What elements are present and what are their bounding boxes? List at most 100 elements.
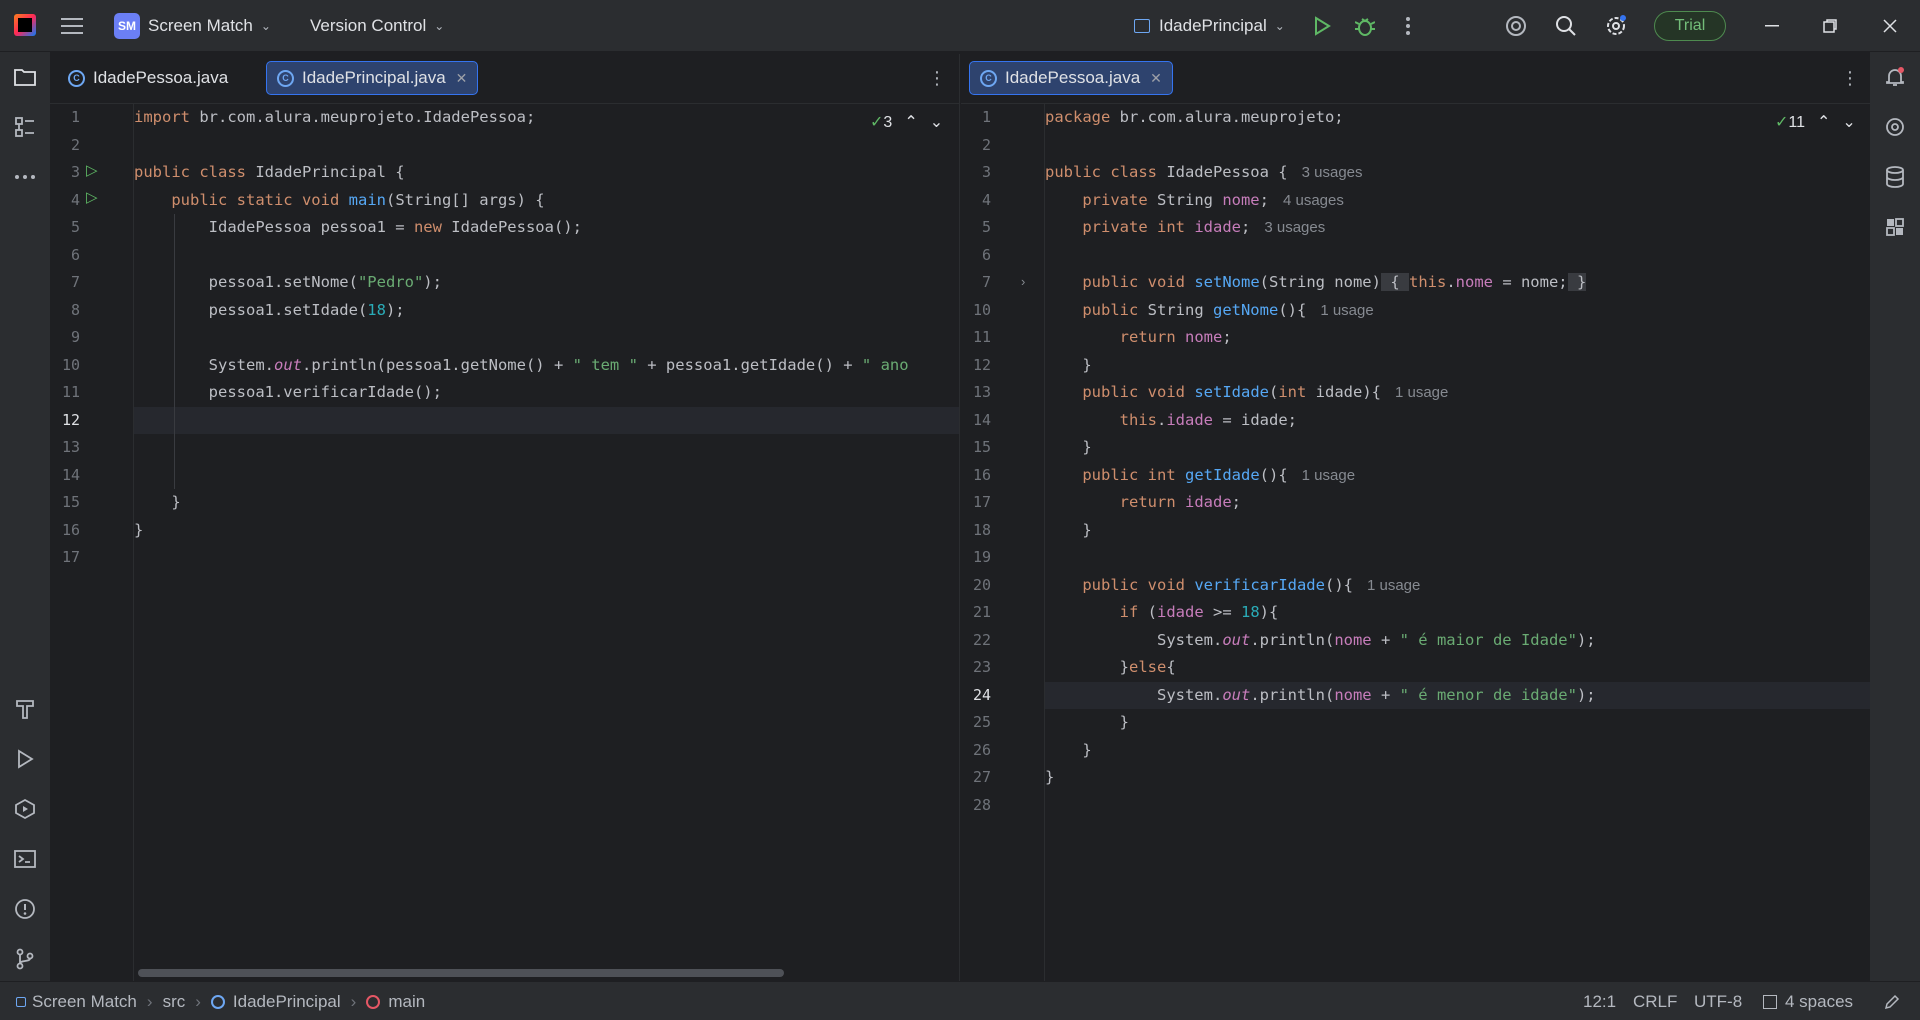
- close-tab-icon[interactable]: ✕: [1150, 70, 1162, 87]
- left-editor[interactable]: C IdadePessoa.java C IdadePrincipal.java…: [50, 54, 960, 981]
- class-icon: [210, 994, 225, 1009]
- database-icon[interactable]: [1882, 164, 1908, 190]
- problems-icon[interactable]: [12, 896, 38, 922]
- line-number: 14: [61, 465, 80, 484]
- title-bar: SM Screen Match ⌄ Version Control ⌄ Idad…: [0, 0, 1920, 52]
- ai-chat-icon[interactable]: [1882, 114, 1908, 140]
- project-selector[interactable]: SM Screen Match ⌄: [114, 0, 271, 52]
- right-editor[interactable]: C IdadePessoa.java ✕ ⋮ ✓11 ⌃ ⌄ 1 2 3 4 5…: [961, 54, 1870, 981]
- search-icon[interactable]: [1552, 12, 1580, 40]
- code-line: private int idade; 3 usages: [1082, 218, 1326, 236]
- tab-idadepessoa-java[interactable]: C IdadePessoa.java ✕: [969, 61, 1173, 95]
- line-number: 2: [70, 135, 80, 154]
- tab-options-icon[interactable]: ⋮: [1841, 68, 1859, 89]
- status-bar: Screen Match › src › IdadePrincipal › ma…: [0, 981, 1920, 1020]
- breadcrumb-src[interactable]: src: [163, 992, 186, 1012]
- line-number: 1: [981, 108, 991, 126]
- line-number: 11: [61, 383, 80, 401]
- line-number: 3: [981, 163, 991, 181]
- breadcrumb-method[interactable]: main: [388, 992, 425, 1012]
- close-tab-icon[interactable]: ✕: [456, 70, 468, 87]
- line-number: 10: [61, 355, 80, 374]
- line-number: 13: [61, 438, 80, 456]
- run-class-icon[interactable]: ▷: [86, 161, 98, 179]
- run-tool-icon[interactable]: [12, 746, 38, 772]
- code-line: System.out.println(nome + " é maior de I…: [1045, 630, 1596, 649]
- tab-idadeprincipal-java[interactable]: C IdadePrincipal.java ✕: [266, 61, 479, 95]
- fold-expand-icon[interactable]: ›: [1021, 274, 1025, 289]
- indent-settings[interactable]: 4 spaces: [1763, 982, 1853, 1020]
- plugins-icon[interactable]: [1882, 214, 1908, 240]
- line-number: 16: [972, 465, 991, 484]
- vcs-menu[interactable]: Version Control ⌄: [310, 0, 444, 52]
- current-code-line: System.out.println(nome + " é menor de i…: [1045, 681, 1870, 709]
- code-line: System.out.println(pessoa1.getNome() + "…: [134, 355, 909, 374]
- line-number: 3: [70, 163, 80, 181]
- code-line: }: [1045, 520, 1092, 539]
- project-folder-icon[interactable]: [12, 64, 38, 90]
- trial-badge[interactable]: Trial: [1654, 11, 1726, 41]
- restore-icon[interactable]: [1816, 12, 1844, 40]
- code-line: return nome;: [1119, 328, 1232, 346]
- chevron-down-icon: ⌄: [1274, 19, 1285, 33]
- code-line: public class IdadePessoa {3 usages: [1045, 163, 1363, 181]
- chevron-right-icon: ›: [195, 991, 201, 1011]
- indent-guide: [174, 214, 175, 489]
- right-tool-strip: [1870, 52, 1920, 981]
- structure-icon[interactable]: [12, 114, 38, 140]
- git-branch-icon[interactable]: [12, 946, 38, 972]
- intellij-logo-icon[interactable]: [14, 14, 36, 36]
- line-number: 8: [70, 300, 80, 319]
- module-icon: [16, 996, 26, 1007]
- tab-options-icon[interactable]: ⋮: [928, 68, 946, 89]
- read-only-toggle-icon[interactable]: [1884, 982, 1900, 1020]
- debug-icon[interactable]: [1351, 12, 1379, 40]
- code-line: this.idade = idade;: [1119, 410, 1297, 429]
- code-line: IdadePessoa pessoa1 = new IdadePessoa();: [134, 218, 582, 236]
- left-code-area[interactable]: import br.com.alura.meuprojeto.IdadePess…: [134, 104, 959, 981]
- line-number: 16: [61, 520, 80, 539]
- main-menu-icon[interactable]: [58, 12, 86, 40]
- notifications-bell-icon[interactable]: [1882, 64, 1908, 90]
- chevron-right-icon: ›: [350, 991, 357, 1011]
- cursor-position[interactable]: 12:1: [1583, 982, 1616, 1020]
- terminal-icon[interactable]: [12, 846, 38, 872]
- breadcrumb-project[interactable]: Screen Match: [32, 992, 137, 1012]
- right-code-area[interactable]: package br.com.alura.meuprojeto; public …: [1045, 104, 1870, 981]
- more-tools-icon[interactable]: [12, 164, 38, 190]
- code-line: public String getNome(){1 usage: [1082, 300, 1374, 319]
- line-number: 14: [972, 410, 991, 429]
- run-main-icon[interactable]: ▷: [86, 188, 98, 206]
- line-number: 25: [972, 713, 991, 731]
- line-separator[interactable]: CRLF: [1633, 982, 1677, 1020]
- settings-gear-icon[interactable]: [1602, 12, 1630, 40]
- tab-idadepessoa-java[interactable]: C IdadePessoa.java: [58, 61, 238, 95]
- chevron-down-icon: ⌄: [260, 19, 271, 33]
- file-encoding[interactable]: UTF-8: [1694, 982, 1742, 1020]
- code-line: public int getIdade(){1 usage: [1082, 465, 1356, 484]
- class-icon: C: [980, 69, 997, 87]
- close-window-icon[interactable]: [1876, 12, 1904, 40]
- horizontal-scrollbar[interactable]: [138, 969, 784, 977]
- ai-assistant-icon[interactable]: [1502, 12, 1530, 40]
- line-number: 6: [70, 245, 80, 264]
- more-actions-icon[interactable]: [1394, 12, 1422, 40]
- breadcrumb: Screen Match › src › IdadePrincipal › ma…: [16, 982, 425, 1020]
- line-number: 10: [972, 300, 991, 319]
- code-line: return idade;: [1119, 493, 1242, 511]
- run-config-selector[interactable]: IdadePrincipal ⌄: [1134, 0, 1285, 52]
- code-line: }: [1045, 355, 1092, 374]
- minimize-icon[interactable]: [1758, 12, 1786, 40]
- run-config-icon: [1134, 19, 1150, 33]
- code-line: }: [134, 493, 181, 511]
- breadcrumb-class[interactable]: IdadePrincipal: [233, 992, 341, 1012]
- code-line: public void setNome(String nome) { this.…: [1082, 273, 1587, 291]
- services-icon[interactable]: [12, 796, 38, 822]
- build-hammer-icon[interactable]: [12, 696, 38, 722]
- code-line: pessoa1.verificarIdade();: [134, 383, 442, 401]
- line-number: 17: [61, 548, 80, 566]
- line-gutter: 1 2 3 4 5 6 7 8 9 10 11 12 13 14 15 16 1…: [50, 104, 134, 981]
- line-number: 7: [70, 273, 80, 291]
- code-line: }: [1045, 768, 1055, 786]
- run-icon[interactable]: [1308, 12, 1336, 40]
